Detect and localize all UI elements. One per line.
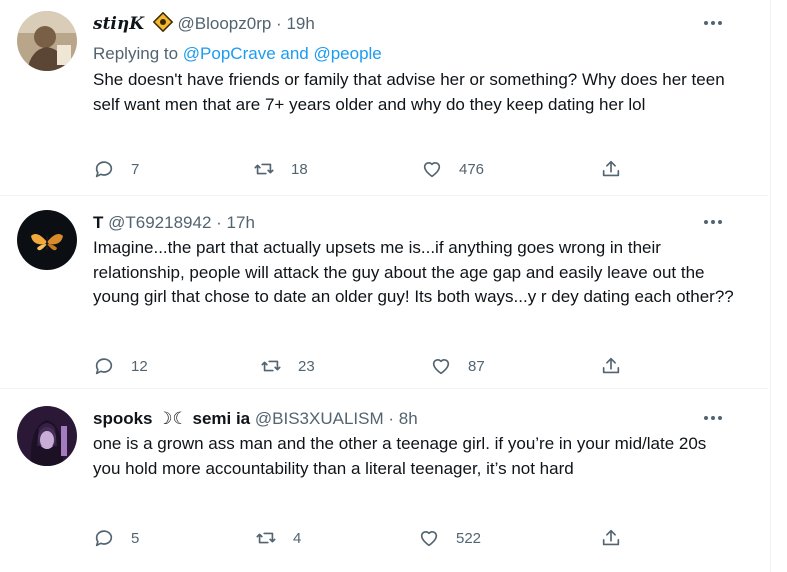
retweet-count: 4 [293, 529, 302, 547]
avatar[interactable] [17, 11, 77, 71]
heart-icon [432, 359, 450, 375]
tweet-text: She doesn't have friends or family that … [93, 70, 725, 114]
reply-feed: stiηK @Bloopz0rp · 19h Replying to @PopC… [0, 0, 768, 572]
separator-dot: · [276, 14, 282, 33]
share-button[interactable] [600, 354, 622, 378]
replying-to-users[interactable]: @PopCrave and @people [183, 44, 382, 63]
reply-count: 5 [131, 529, 140, 547]
author-name[interactable]: spooks [93, 409, 153, 428]
share-button[interactable] [600, 157, 622, 181]
reply-icon [95, 530, 113, 547]
dotted-diamond-icon [152, 11, 174, 38]
replying-to: Replying to @PopCrave and @people [93, 42, 738, 66]
tweet-actions: 12 23 87 [93, 354, 633, 378]
tweet-actions: 5 4 522 [93, 526, 633, 550]
reply-icon [95, 161, 113, 178]
author-name[interactable]: stiηK [93, 14, 144, 34]
retweet-count: 23 [298, 357, 315, 375]
tweet-text: one is a grown ass man and the other a t… [93, 434, 707, 478]
scrollbar[interactable] [770, 0, 787, 572]
reply-button[interactable]: 12 [93, 354, 148, 378]
like-count: 476 [459, 160, 485, 178]
moon-symbol: ☽☾ [157, 409, 188, 428]
tweet-3[interactable]: spooks ☽☾ semi ia @BIS3XUALISM · 8h one … [0, 388, 768, 572]
retweet-button[interactable]: 18 [253, 157, 308, 181]
reply-count: 7 [131, 160, 140, 178]
timestamp[interactable]: 19h [286, 14, 314, 33]
like-count: 87 [468, 357, 485, 375]
share-button[interactable] [600, 526, 622, 550]
retweet-icon [261, 360, 281, 372]
like-button[interactable]: 476 [421, 157, 484, 181]
reply-button[interactable]: 7 [93, 157, 139, 181]
timestamp[interactable]: 17h [227, 213, 255, 232]
tweet-1[interactable]: stiηK @Bloopz0rp · 19h Replying to @PopC… [0, 0, 768, 196]
like-count: 522 [456, 529, 482, 547]
avatar[interactable] [17, 210, 77, 270]
tweet-2[interactable]: T @T69218942 · 17h Imagine...the part th… [0, 195, 768, 389]
separator-dot: · [216, 213, 222, 232]
share-icon [602, 357, 620, 374]
share-icon [602, 529, 620, 546]
reply-icon [95, 358, 113, 375]
separator-dot: · [388, 409, 395, 428]
tweet-text: Imagine...the part that actually upsets … [93, 238, 734, 306]
reply-button[interactable]: 5 [93, 526, 139, 550]
tweet-actions: 7 18 476 [93, 157, 633, 181]
avatar[interactable] [17, 406, 77, 466]
retweet-button[interactable]: 4 [255, 526, 301, 550]
retweet-button[interactable]: 23 [260, 354, 315, 378]
like-button[interactable]: 522 [418, 526, 481, 550]
retweet-icon [256, 532, 276, 544]
retweet-count: 18 [291, 160, 308, 178]
like-button[interactable]: 87 [430, 354, 485, 378]
retweet-icon [254, 163, 274, 175]
author-handle[interactable]: @Bloopz0rp [178, 14, 272, 33]
author-handle[interactable]: @T69218942 [108, 213, 211, 232]
timestamp[interactable]: 8h [399, 409, 418, 428]
author-handle[interactable]: @BIS3XUALISM [255, 409, 384, 428]
reply-count: 12 [131, 357, 148, 375]
replying-to-label: Replying to [93, 44, 179, 63]
more-options-icon[interactable] [702, 12, 724, 34]
share-icon [602, 160, 620, 177]
author-name-suffix[interactable]: semi ia [192, 409, 250, 428]
heart-icon [420, 531, 438, 547]
heart-icon [423, 162, 441, 178]
more-options-icon[interactable] [702, 211, 724, 233]
more-options-icon[interactable] [702, 407, 724, 429]
author-name[interactable]: T [93, 213, 103, 232]
